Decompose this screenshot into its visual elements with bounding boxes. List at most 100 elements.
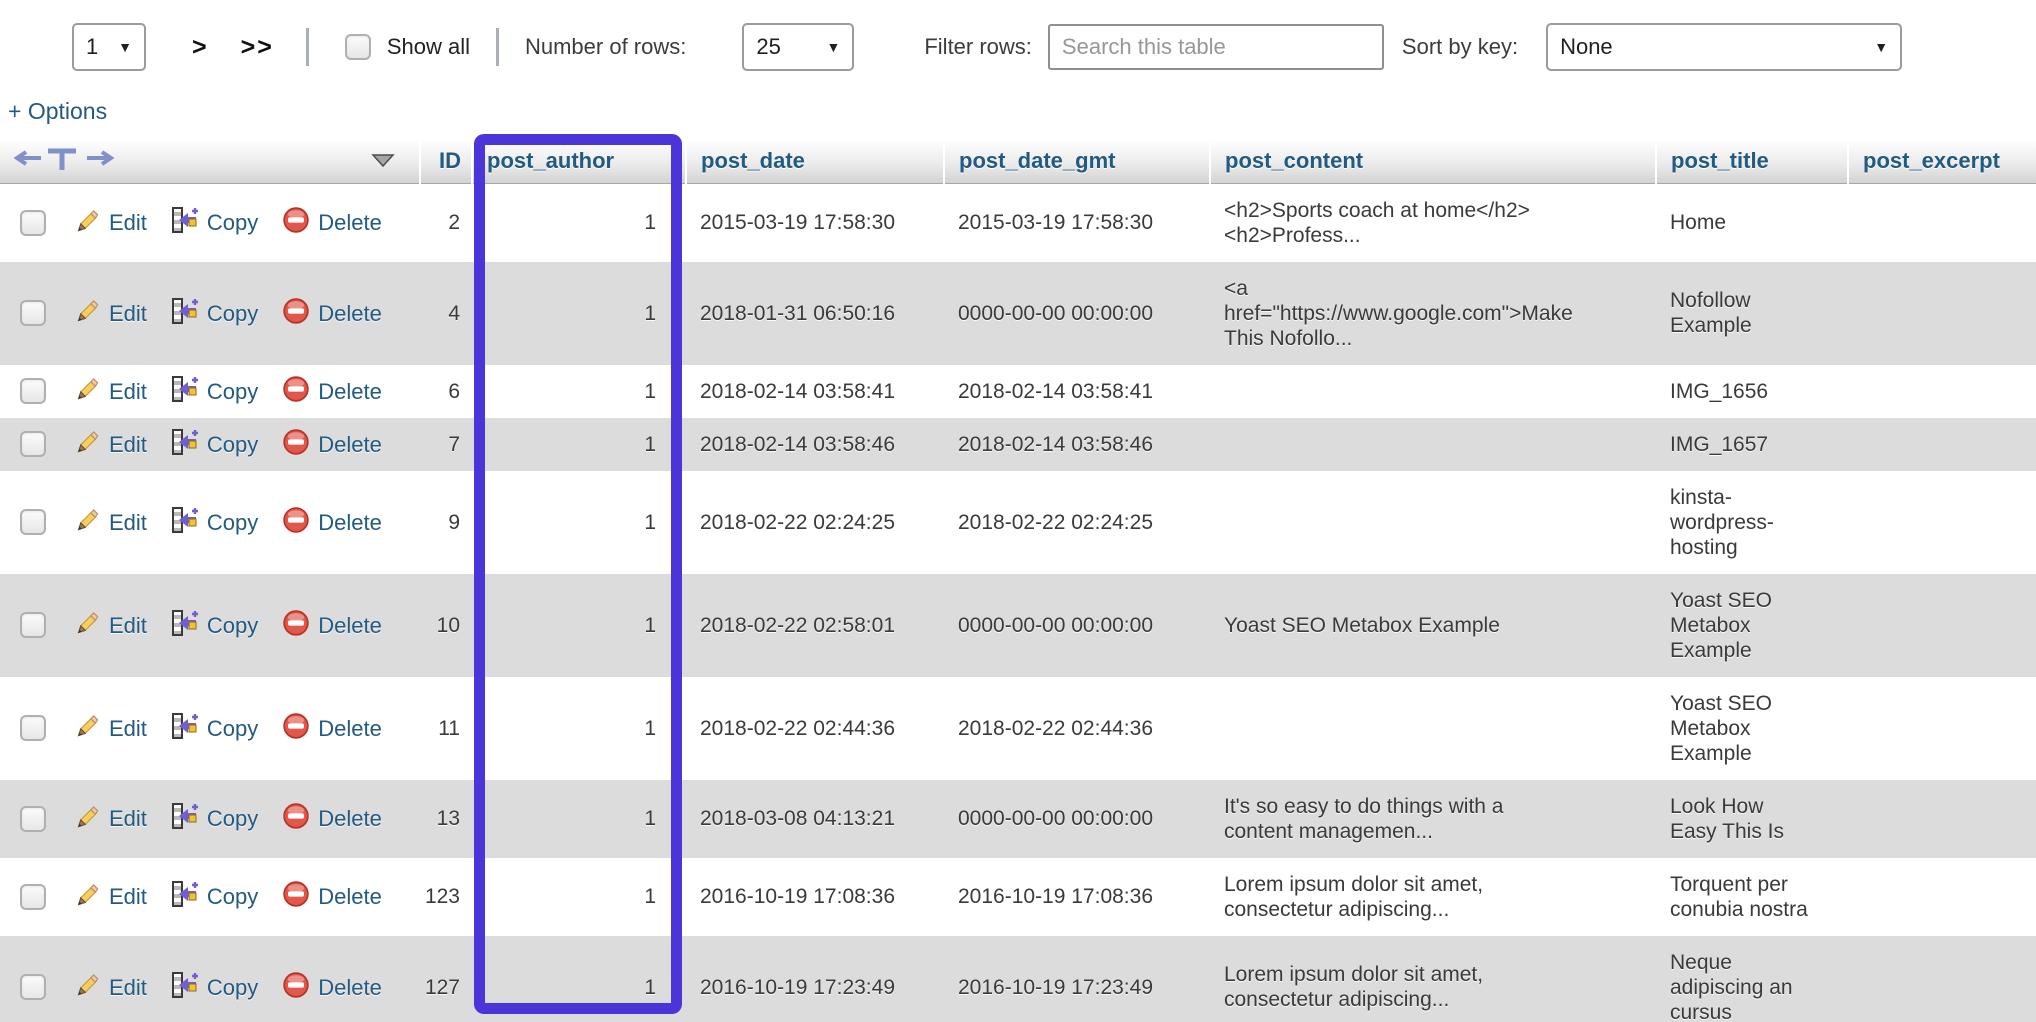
delete-button[interactable]: Delete xyxy=(282,297,382,330)
cell-post-content xyxy=(1210,418,1656,471)
cell-post-date-gmt: 2016-10-19 17:23:49 xyxy=(944,936,1210,1022)
row-checkbox[interactable] xyxy=(20,300,46,326)
sort-by-key-label: Sort by key: xyxy=(1402,34,1518,60)
options-toggle-link[interactable]: + Options xyxy=(8,98,107,125)
copy-button[interactable]: Copy xyxy=(171,506,258,539)
table-row: Edit xyxy=(0,418,2036,471)
copy-button[interactable]: Copy xyxy=(171,206,258,239)
page-select[interactable]: 1 ▼ xyxy=(72,23,146,71)
delete-button[interactable]: Delete xyxy=(282,206,382,239)
cell-post-content: Yoast SEO Metabox Example xyxy=(1210,574,1656,677)
results-table: ID post_author post_date post_date_gmt p… xyxy=(0,139,2036,1022)
delete-label: Delete xyxy=(318,716,382,741)
last-page-button[interactable]: >> xyxy=(241,33,274,62)
delete-label: Delete xyxy=(318,210,382,235)
header-post-author[interactable]: post_author xyxy=(472,139,686,183)
copy-button[interactable]: Copy xyxy=(171,802,258,835)
cell-post-excerpt xyxy=(1848,574,2036,677)
edit-button[interactable]: Edit xyxy=(74,297,147,329)
chevron-down-icon: ▼ xyxy=(118,39,132,55)
page-select-value: 1 xyxy=(86,34,98,60)
delete-button[interactable]: Delete xyxy=(282,971,382,1004)
header-post-date[interactable]: post_date xyxy=(686,139,944,183)
row-checkbox[interactable] xyxy=(20,884,46,910)
edit-button[interactable]: Edit xyxy=(74,712,147,744)
edit-button[interactable]: Edit xyxy=(74,506,147,538)
edit-button[interactable]: Edit xyxy=(74,971,147,1003)
cell-post-date: 2018-02-14 03:58:41 xyxy=(686,365,944,418)
copy-row-icon xyxy=(171,971,207,1004)
row-checkbox[interactable] xyxy=(20,612,46,638)
cell-post-excerpt xyxy=(1848,262,2036,365)
copy-label: Copy xyxy=(207,975,258,1000)
delete-button[interactable]: Delete xyxy=(282,428,382,461)
delete-button[interactable]: Delete xyxy=(282,802,382,835)
show-all-checkbox[interactable] xyxy=(345,34,371,60)
sort-key-select[interactable]: None ▼ xyxy=(1546,23,1902,71)
header-post-title[interactable]: post_title xyxy=(1656,139,1848,183)
row-checkbox[interactable] xyxy=(20,210,46,236)
row-actions-cell: Edit xyxy=(0,365,420,418)
copy-button[interactable]: Copy xyxy=(171,428,258,461)
pencil-icon xyxy=(74,803,109,835)
cell-post-date: 2018-02-14 03:58:46 xyxy=(686,418,944,471)
cell-post-excerpt xyxy=(1848,418,2036,471)
edit-label: Edit xyxy=(109,975,147,1000)
edit-button[interactable]: Edit xyxy=(74,428,147,460)
copy-button[interactable]: Copy xyxy=(171,971,258,1004)
delete-button[interactable]: Delete xyxy=(282,880,382,913)
cell-post-title: Yoast SEO Metabox Example xyxy=(1656,574,1848,677)
pencil-icon xyxy=(74,375,109,407)
pencil-icon xyxy=(74,881,109,913)
edit-button[interactable]: Edit xyxy=(74,803,147,835)
row-checkbox[interactable] xyxy=(20,974,46,1000)
header-post-excerpt[interactable]: post_excerpt xyxy=(1848,139,2036,183)
cell-post-content: <a href="https://www.google.com">Make Th… xyxy=(1210,262,1656,365)
row-checkbox[interactable] xyxy=(20,431,46,457)
next-page-button[interactable]: > xyxy=(192,33,207,62)
row-checkbox[interactable] xyxy=(20,806,46,832)
delete-button[interactable]: Delete xyxy=(282,712,382,745)
header-id[interactable]: ID xyxy=(420,139,472,183)
header-post-date-gmt[interactable]: post_date_gmt xyxy=(944,139,1210,183)
delete-label: Delete xyxy=(318,379,382,404)
cell-post-date: 2018-01-31 06:50:16 xyxy=(686,262,944,365)
table-row: Edit xyxy=(0,574,2036,677)
num-rows-select[interactable]: 25 ▼ xyxy=(742,23,854,71)
copy-button[interactable]: Copy xyxy=(171,297,258,330)
row-checkbox[interactable] xyxy=(20,378,46,404)
row-actions-cell: Edit xyxy=(0,858,420,936)
row-checkbox[interactable] xyxy=(20,715,46,741)
cell-id: 4 xyxy=(420,262,472,365)
edit-button[interactable]: Edit xyxy=(74,207,147,239)
sort-indicator-icon[interactable] xyxy=(371,148,395,174)
row-checkbox[interactable] xyxy=(20,509,46,535)
row-actions-cell: Edit xyxy=(0,471,420,574)
delete-button[interactable]: Delete xyxy=(282,609,382,642)
delete-label: Delete xyxy=(318,432,382,457)
delete-button[interactable]: Delete xyxy=(282,375,382,408)
header-post-content[interactable]: post_content xyxy=(1210,139,1656,183)
copy-button[interactable]: Copy xyxy=(171,609,258,642)
table-row: Edit xyxy=(0,183,2036,262)
edit-label: Edit xyxy=(109,884,147,909)
edit-button[interactable]: Edit xyxy=(74,609,147,641)
delete-label: Delete xyxy=(318,975,382,1000)
cell-post-content: Lorem ipsum dolor sit amet, consectetur … xyxy=(1210,936,1656,1022)
edit-button[interactable]: Edit xyxy=(74,375,147,407)
copy-button[interactable]: Copy xyxy=(171,712,258,745)
column-controls-icon[interactable] xyxy=(14,143,114,179)
cell-post-author: 1 xyxy=(472,677,686,780)
copy-button[interactable]: Copy xyxy=(171,880,258,913)
filter-search-input[interactable] xyxy=(1048,24,1384,70)
cell-post-title: IMG_1656 xyxy=(1656,365,1848,418)
delete-minus-circle-icon xyxy=(282,971,318,1004)
table-row: Edit xyxy=(0,677,2036,780)
row-actions-cell: Edit xyxy=(0,677,420,780)
edit-button[interactable]: Edit xyxy=(74,881,147,913)
edit-label: Edit xyxy=(109,806,147,831)
copy-button[interactable]: Copy xyxy=(171,375,258,408)
cell-id: 10 xyxy=(420,574,472,677)
delete-button[interactable]: Delete xyxy=(282,506,382,539)
copy-row-icon xyxy=(171,609,207,642)
